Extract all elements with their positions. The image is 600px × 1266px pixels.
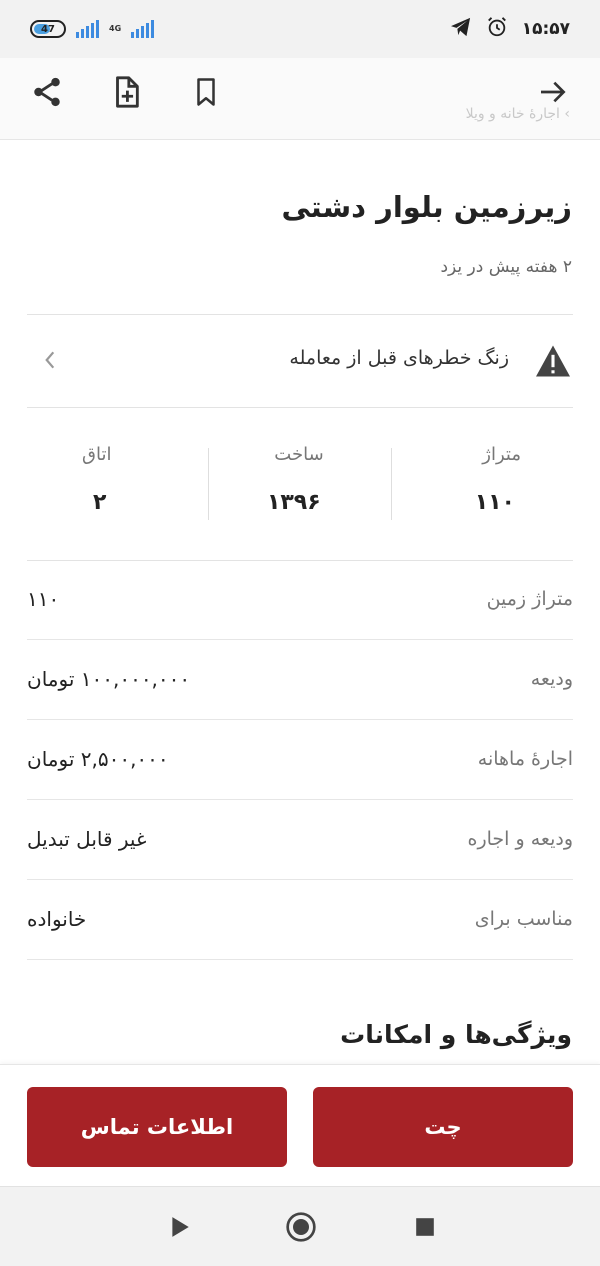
signal-icon-2 bbox=[131, 20, 155, 38]
detail-label: مناسب برای bbox=[474, 908, 573, 930]
stat-area: متراژ ۱۱۰ bbox=[392, 440, 573, 530]
listing-subtitle: ۲ هفته پیش در یزد bbox=[440, 257, 572, 277]
detail-value: غیر قابل تبدیل bbox=[27, 827, 147, 851]
action-bar: چت اطلاعات تماس bbox=[0, 1064, 600, 1186]
detail-label: ودیعه bbox=[530, 668, 573, 690]
detail-row: ودیعه ۱۰۰,۰۰۰,۰۰۰ تومان bbox=[27, 640, 573, 720]
detail-row: متراژ زمین ۱۱۰ bbox=[27, 560, 573, 640]
warning-row[interactable]: زنگ خطرهای قبل از معامله bbox=[27, 315, 573, 407]
chat-button[interactable]: چت bbox=[313, 1087, 573, 1167]
top-toolbar: › اجارهٔ خانه و ویلا bbox=[0, 58, 600, 140]
stat-built: ساخت ۱۳۹۶ bbox=[209, 440, 390, 530]
detail-row: مناسب برای خانواده bbox=[27, 880, 573, 960]
chevron-left-icon bbox=[35, 345, 65, 375]
stat-label: ساخت bbox=[274, 444, 324, 465]
stat-value: ۱۳۹۶ bbox=[266, 490, 321, 515]
back-icon[interactable] bbox=[160, 1207, 200, 1247]
detail-value: خانواده bbox=[27, 907, 87, 931]
stat-label: اتاق bbox=[82, 444, 112, 465]
details-list: متراژ زمین ۱۱۰ ودیعه ۱۰۰,۰۰۰,۰۰۰ تومان ا… bbox=[27, 560, 573, 960]
network-type: 4G bbox=[109, 24, 122, 33]
bookmark-icon[interactable] bbox=[186, 72, 226, 112]
alarm-icon bbox=[486, 16, 508, 42]
detail-label: اجارهٔ ماهانه bbox=[477, 748, 573, 770]
warning-icon bbox=[533, 341, 573, 381]
status-bar: 47 4G ۱۵:۵۷ bbox=[0, 0, 600, 58]
detail-label: متراژ زمین bbox=[486, 588, 573, 610]
stat-rooms: اتاق ۲ bbox=[27, 440, 208, 530]
divider bbox=[27, 407, 573, 408]
telegram-icon bbox=[450, 17, 472, 41]
detail-value: ۲,۵۰۰,۰۰۰ تومان bbox=[27, 747, 169, 771]
battery-level: 47 bbox=[41, 23, 55, 35]
detail-value: ۱۱۰ bbox=[27, 587, 60, 611]
stat-value: ۲ bbox=[93, 490, 107, 515]
contact-info-button[interactable]: اطلاعات تماس bbox=[27, 1087, 287, 1167]
detail-row: ودیعه و اجاره غیر قابل تبدیل bbox=[27, 800, 573, 880]
status-right: ۱۵:۵۷ bbox=[450, 16, 570, 42]
features-title: ویژگی‌ها و امکانات bbox=[340, 1020, 572, 1049]
detail-value: ۱۰۰,۰۰۰,۰۰۰ تومان bbox=[27, 667, 191, 691]
signal-icon bbox=[76, 20, 99, 38]
battery-icon: 47 bbox=[30, 20, 66, 38]
page-title: زیرزمین بلوار دشتی bbox=[281, 190, 572, 224]
home-icon[interactable] bbox=[281, 1207, 321, 1247]
warning-text: زنگ خطرهای قبل از معامله bbox=[289, 347, 509, 369]
status-left: 47 4G bbox=[30, 20, 155, 38]
add-note-icon[interactable] bbox=[106, 72, 146, 112]
recents-icon[interactable] bbox=[405, 1207, 445, 1247]
clock: ۱۵:۵۷ bbox=[521, 19, 570, 39]
arrow-right-icon[interactable] bbox=[533, 72, 573, 112]
detail-label: ودیعه و اجاره bbox=[467, 828, 573, 850]
system-nav-bar bbox=[0, 1186, 600, 1266]
stat-value: ۱۱۰ bbox=[474, 490, 515, 515]
share-icon[interactable] bbox=[27, 72, 67, 112]
detail-row: اجارهٔ ماهانه ۲,۵۰۰,۰۰۰ تومان bbox=[27, 720, 573, 800]
stat-label: متراژ bbox=[482, 444, 521, 465]
stats-strip: متراژ ۱۱۰ ساخت ۱۳۹۶ اتاق ۲ bbox=[27, 440, 573, 530]
